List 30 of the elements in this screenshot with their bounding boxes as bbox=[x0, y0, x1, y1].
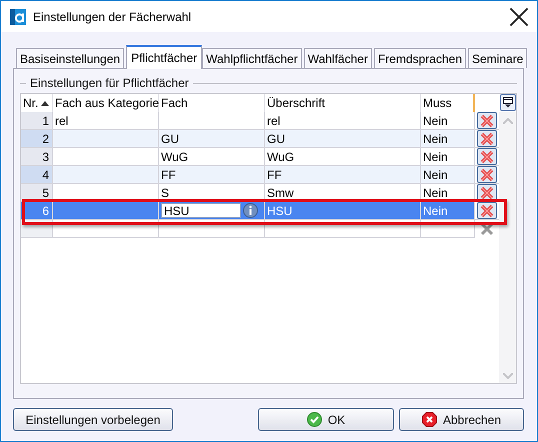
table-cell: Nein bbox=[421, 130, 475, 148]
cancel-button[interactable]: Abbrechen bbox=[399, 408, 524, 431]
tab[interactable]: Wahlfächer bbox=[304, 48, 372, 68]
row-number: 3 bbox=[21, 148, 53, 166]
table-cell: Nein bbox=[421, 166, 475, 184]
table-cell: GU bbox=[159, 130, 265, 148]
tab[interactable]: Pflichtfächer bbox=[126, 45, 202, 69]
column-header[interactable]: Fach bbox=[161, 96, 188, 110]
column-header[interactable]: Muss bbox=[423, 96, 452, 110]
column-header[interactable]: Fach aus Kategorie bbox=[55, 96, 160, 110]
table-cell: Nein bbox=[421, 202, 475, 220]
row-number: 6 bbox=[21, 202, 53, 220]
table-cell: FF bbox=[159, 166, 265, 184]
tab[interactable]: Wahlpflichtfächer bbox=[202, 48, 302, 68]
table-cell: HSU bbox=[265, 202, 421, 220]
preset-button[interactable]: Einstellungen vorbelegen bbox=[13, 408, 173, 431]
window-title: Einstellungen der Fächerwahl bbox=[33, 10, 192, 24]
column-header[interactable]: Nr. bbox=[23, 96, 38, 110]
tab[interactable]: Seminare bbox=[468, 48, 528, 68]
input-field[interactable]: HSU bbox=[161, 203, 241, 218]
table-cell: FF bbox=[265, 166, 421, 184]
column-header[interactable]: Überschrift bbox=[267, 96, 326, 110]
row-number: 1 bbox=[21, 112, 53, 130]
tab[interactable]: Fremdsprachen bbox=[374, 48, 466, 68]
ok-button[interactable]: OK bbox=[258, 408, 394, 431]
table-cell: GU bbox=[265, 130, 421, 148]
row-number: 2 bbox=[21, 130, 53, 148]
tab[interactable]: Basiseinstellungen bbox=[16, 48, 124, 68]
row-number: 4 bbox=[21, 166, 53, 184]
group-title: Einstellungen für Pflichtfächer bbox=[30, 76, 189, 90]
